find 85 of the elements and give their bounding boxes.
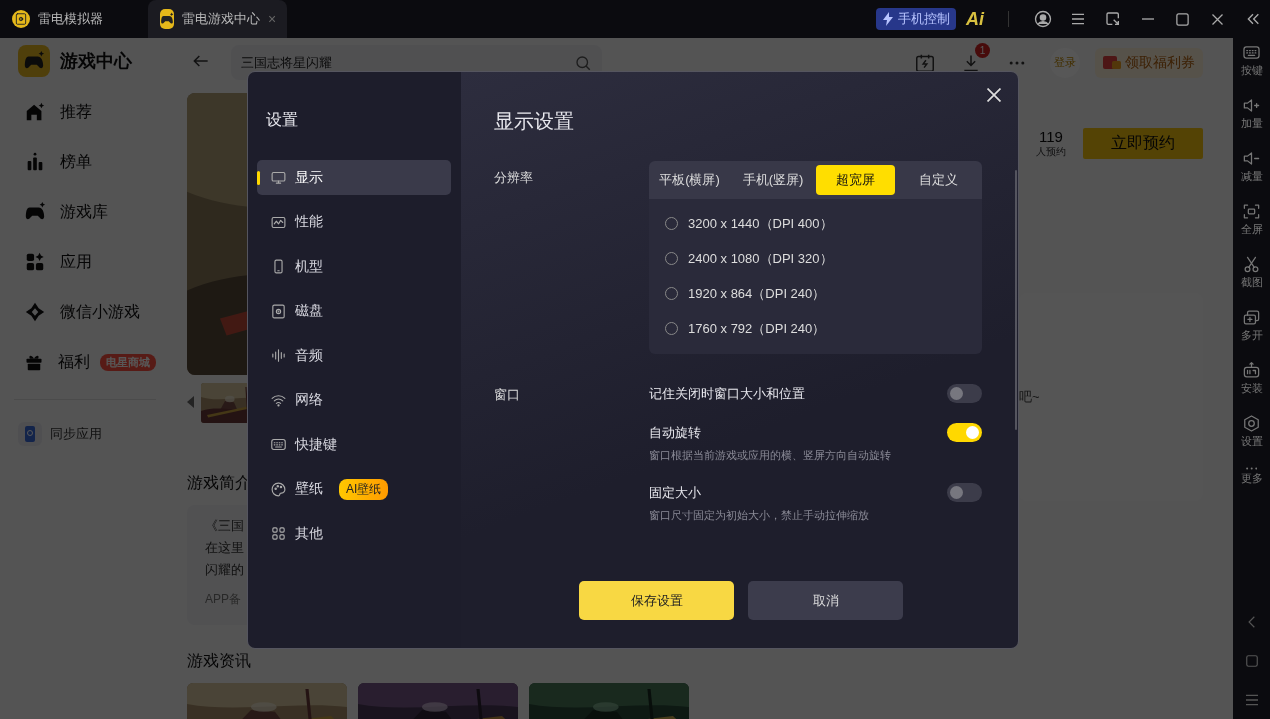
app-title: 游戏中心 xyxy=(60,50,132,73)
gift-icon xyxy=(1103,56,1121,69)
field-label: 分辨率 xyxy=(494,169,534,187)
speaker-plus-icon xyxy=(1242,96,1261,115)
setting-label: 自动旋转 xyxy=(649,423,701,442)
windows-icon xyxy=(1242,308,1261,327)
keyboard-icon xyxy=(1242,43,1261,62)
tab-close-button[interactable]: × xyxy=(268,11,277,27)
settings-menu-item[interactable]: 快捷键 xyxy=(257,427,451,462)
field-label: 窗口 xyxy=(494,386,521,404)
settings-menu-item[interactable]: 性能 xyxy=(257,204,451,240)
nav-item[interactable]: 微信小游戏 xyxy=(18,287,156,337)
toolbar-button[interactable]: 设置 xyxy=(1240,414,1263,467)
toggle-switch[interactable] xyxy=(947,384,982,403)
toolbar-button[interactable]: 全屏 xyxy=(1240,202,1263,255)
ai-badge: AI壁纸 xyxy=(339,478,389,500)
keyboard-icon xyxy=(270,436,287,453)
diamond-icon xyxy=(24,301,46,323)
setting-description: 窗口尺寸固定为初始大小，禁止手动拉伸缩放 xyxy=(649,508,870,523)
settings-menu-item[interactable]: 壁纸 AI壁纸 xyxy=(257,471,451,507)
toolbar-button[interactable]: 减量 xyxy=(1240,149,1263,202)
toggle-switch[interactable] xyxy=(947,423,982,442)
hint-text: 吧~ xyxy=(1019,388,1040,406)
nav-item[interactable]: 福利 电星商城 xyxy=(18,337,156,387)
settings-menu-item[interactable]: 机型 xyxy=(257,249,451,284)
palette-icon xyxy=(270,480,287,498)
fullscreen-icon xyxy=(1242,202,1261,221)
window-tab[interactable]: 雷电游戏中心 × xyxy=(148,0,287,38)
dialog-title: 设置 xyxy=(265,110,299,130)
toolbar-button[interactable]: 更多 xyxy=(1240,467,1263,520)
apps-icon xyxy=(24,251,46,273)
toolbar-button[interactable]: 安装 xyxy=(1240,361,1263,414)
setting-label: 记住关闭时窗口大小和位置 xyxy=(649,384,805,403)
description-text: 闪耀的 xyxy=(205,561,244,579)
resolution-tab[interactable]: 平板(横屏) xyxy=(649,165,730,195)
scrollbar[interactable] xyxy=(1015,170,1017,430)
section-heading: 游戏资讯 xyxy=(187,651,251,671)
nav-item[interactable]: 榜单 xyxy=(18,137,156,187)
settings-menu-item[interactable]: 磁盘 xyxy=(257,293,451,329)
nav-badge: 电星商城 xyxy=(100,353,156,371)
reservation-count: 119 xyxy=(1039,128,1063,145)
nav-item[interactable]: 推荐 xyxy=(18,87,156,137)
ai-logo[interactable]: Ai xyxy=(966,8,984,30)
toolbar-button[interactable]: 截图 xyxy=(1240,255,1263,308)
save-button[interactable]: 保存设置 xyxy=(579,581,734,620)
nav-item[interactable]: 应用 xyxy=(18,237,156,287)
toolbar-button[interactable]: 加量 xyxy=(1240,96,1263,149)
sound-wave-icon xyxy=(270,347,287,364)
toggle-switch[interactable] xyxy=(947,483,982,502)
scissors-icon xyxy=(1242,255,1261,274)
resolution-option: 1920 x 864（DPI 240） xyxy=(688,284,826,303)
description-text: 在这里 xyxy=(205,539,244,557)
window-tab[interactable]: 雷电模拟器 xyxy=(0,0,145,38)
section-title: 显示设置 xyxy=(494,109,575,134)
toolbar-button[interactable]: 多开 xyxy=(1240,308,1263,361)
close-button[interactable] xyxy=(987,88,1001,102)
monitor-icon xyxy=(270,169,287,186)
resolution-option: 2400 x 1080（DPI 320） xyxy=(688,249,833,268)
phone-control-button[interactable]: 手机控制 xyxy=(876,8,956,30)
resolution-tab[interactable]: 超宽屏 xyxy=(816,165,895,195)
house-icon xyxy=(24,101,46,123)
resolution-tab[interactable]: 手机(竖屏) xyxy=(730,165,816,195)
search-icon[interactable] xyxy=(574,53,592,72)
more-icon xyxy=(1245,467,1258,470)
resolution-tab[interactable]: 自定义 xyxy=(895,165,982,195)
download-count-badge: 1 xyxy=(975,42,990,58)
sync-apps-link[interactable]: 同步应用 xyxy=(18,422,170,446)
settings-icon xyxy=(1242,414,1261,433)
speaker-minus-icon xyxy=(1242,149,1261,168)
settings-menu-item[interactable]: 网络 xyxy=(257,382,451,418)
toolbar-button[interactable]: 按键 xyxy=(1240,43,1263,96)
setting-description: 窗口根据当前游戏或应用的横、竖屏方向自动旋转 xyxy=(649,448,892,463)
nav-item[interactable]: 游戏库 xyxy=(18,187,156,237)
settings-menu-item[interactable]: 音频 xyxy=(257,338,451,373)
resolution-option: 3200 x 1440（DPI 400） xyxy=(688,214,833,233)
resolution-option: 1760 x 792（DPI 240） xyxy=(688,319,826,338)
settings-menu-item[interactable]: 显示 xyxy=(257,160,451,195)
settings-menu-item[interactable]: 其他 xyxy=(257,516,451,551)
reservation-label: 人预约 xyxy=(1036,145,1066,159)
package-icon xyxy=(1242,361,1261,380)
cancel-button[interactable]: 取消 xyxy=(748,581,903,620)
grid-icon xyxy=(270,525,287,542)
setting-label: 固定大小 xyxy=(649,483,701,502)
phone-icon xyxy=(25,426,35,442)
lightning-icon xyxy=(882,12,894,26)
